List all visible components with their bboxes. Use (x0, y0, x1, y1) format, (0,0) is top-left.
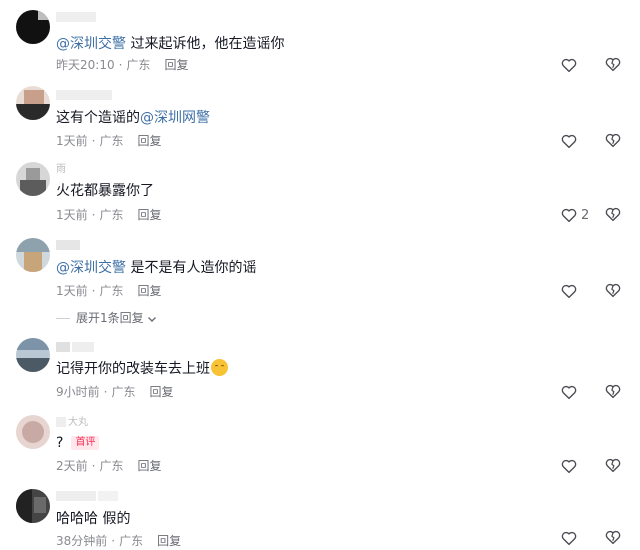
broken-heart-icon (605, 530, 621, 545)
reply-button[interactable]: 回复 (157, 534, 181, 548)
avatar[interactable] (16, 338, 50, 372)
mention-link[interactable]: @深圳交警 (56, 260, 126, 276)
avatar[interactable] (16, 10, 50, 44)
heart-outline-icon (561, 58, 577, 73)
reply-button[interactable]: 回复 (137, 134, 161, 148)
timestamp: 2天前 (56, 459, 88, 473)
dislike-button[interactable] (604, 382, 624, 402)
broken-heart-icon (605, 133, 621, 148)
heart-outline-icon (561, 459, 577, 474)
comment-meta: 1天前 · 广东 回复 (56, 134, 162, 148)
like-button[interactable] (560, 528, 578, 548)
like-button[interactable] (560, 131, 578, 151)
smirk-emoji-icon (211, 359, 228, 376)
comment-meta: 9小时前 · 广东 回复 (56, 385, 174, 399)
username[interactable] (56, 12, 98, 24)
like-button[interactable]: 2 (560, 205, 589, 225)
like-button[interactable] (560, 456, 578, 476)
timestamp: 38分钟前 (56, 534, 108, 548)
location: 广东 (99, 134, 124, 148)
comment-text: @深圳交警 过来起诉他，他在造谣你 (56, 36, 285, 52)
mention-link[interactable]: @深圳网警 (140, 110, 210, 126)
broken-heart-icon (605, 283, 621, 298)
location: 广东 (99, 459, 124, 473)
divider (56, 318, 70, 319)
heart-outline-icon (561, 134, 577, 149)
dislike-button[interactable] (604, 456, 624, 476)
dislike-button[interactable] (604, 55, 624, 75)
dislike-button[interactable] (604, 131, 624, 151)
comment-meta: 1天前 · 广东 回复 (56, 208, 162, 222)
heart-outline-icon (561, 531, 577, 546)
comment-meta: 38分钟前 · 广东 回复 (56, 534, 182, 548)
location: 广东 (99, 208, 124, 222)
like-count: 2 (581, 207, 590, 223)
like-button[interactable] (560, 382, 578, 402)
broken-heart-icon (605, 57, 621, 72)
timestamp: 昨天20:10 (56, 58, 115, 72)
dislike-button[interactable] (604, 281, 624, 301)
avatar[interactable] (16, 162, 50, 196)
reply-button[interactable]: 回复 (137, 284, 161, 298)
comment-text: 这有个造谣的@深圳网警 (56, 110, 210, 126)
broken-heart-icon (605, 207, 621, 222)
heart-outline-icon (561, 284, 577, 299)
reply-button[interactable]: 回复 (137, 459, 161, 473)
reply-button[interactable]: 回复 (149, 385, 173, 399)
heart-outline-icon (561, 385, 577, 400)
like-button[interactable] (560, 55, 578, 75)
timestamp: 1天前 (56, 208, 88, 222)
timestamp: 9小时前 (56, 385, 100, 399)
avatar[interactable] (16, 86, 50, 120)
username[interactable]: 雨 (56, 164, 66, 176)
timestamp: 1天前 (56, 134, 88, 148)
comment-text: ? 首评 (56, 433, 100, 453)
comment-text: 火花都暴露你了 (56, 183, 154, 199)
expand-replies-button[interactable]: 展开1条回复 (56, 310, 158, 326)
location: 广东 (99, 284, 124, 298)
broken-heart-icon (605, 458, 621, 473)
chevron-down-icon (147, 316, 156, 322)
username[interactable]: 大丸 (56, 417, 88, 429)
reply-button[interactable]: 回复 (164, 58, 188, 72)
avatar[interactable] (16, 489, 50, 523)
username[interactable] (56, 240, 82, 252)
username[interactable] (56, 491, 120, 503)
first-comment-badge: 首评 (71, 436, 100, 450)
location: 广东 (126, 58, 151, 72)
mention-link[interactable]: @深圳交警 (56, 36, 126, 52)
comment-meta: 1天前 · 广东 回复 (56, 284, 162, 298)
username[interactable] (56, 342, 96, 354)
timestamp: 1天前 (56, 284, 88, 298)
comment-text: @深圳交警 是不是有人造你的谣 (56, 260, 257, 276)
comment-meta: 2天前 · 广东 回复 (56, 459, 162, 473)
dislike-button[interactable] (604, 528, 624, 548)
reply-button[interactable]: 回复 (137, 208, 161, 222)
username[interactable] (56, 90, 114, 102)
avatar[interactable] (16, 415, 50, 449)
location: 广东 (111, 385, 136, 399)
comment-text: 哈哈哈 假的 (56, 511, 131, 527)
avatar[interactable] (16, 238, 50, 272)
heart-outline-icon (561, 208, 577, 223)
comment-meta: 昨天20:10 · 广东 回复 (56, 58, 189, 72)
location: 广东 (119, 534, 144, 548)
like-button[interactable] (560, 281, 578, 301)
dislike-button[interactable] (604, 205, 624, 225)
broken-heart-icon (605, 384, 621, 399)
comment-text: 记得开你的改装车去上班 (56, 359, 228, 379)
